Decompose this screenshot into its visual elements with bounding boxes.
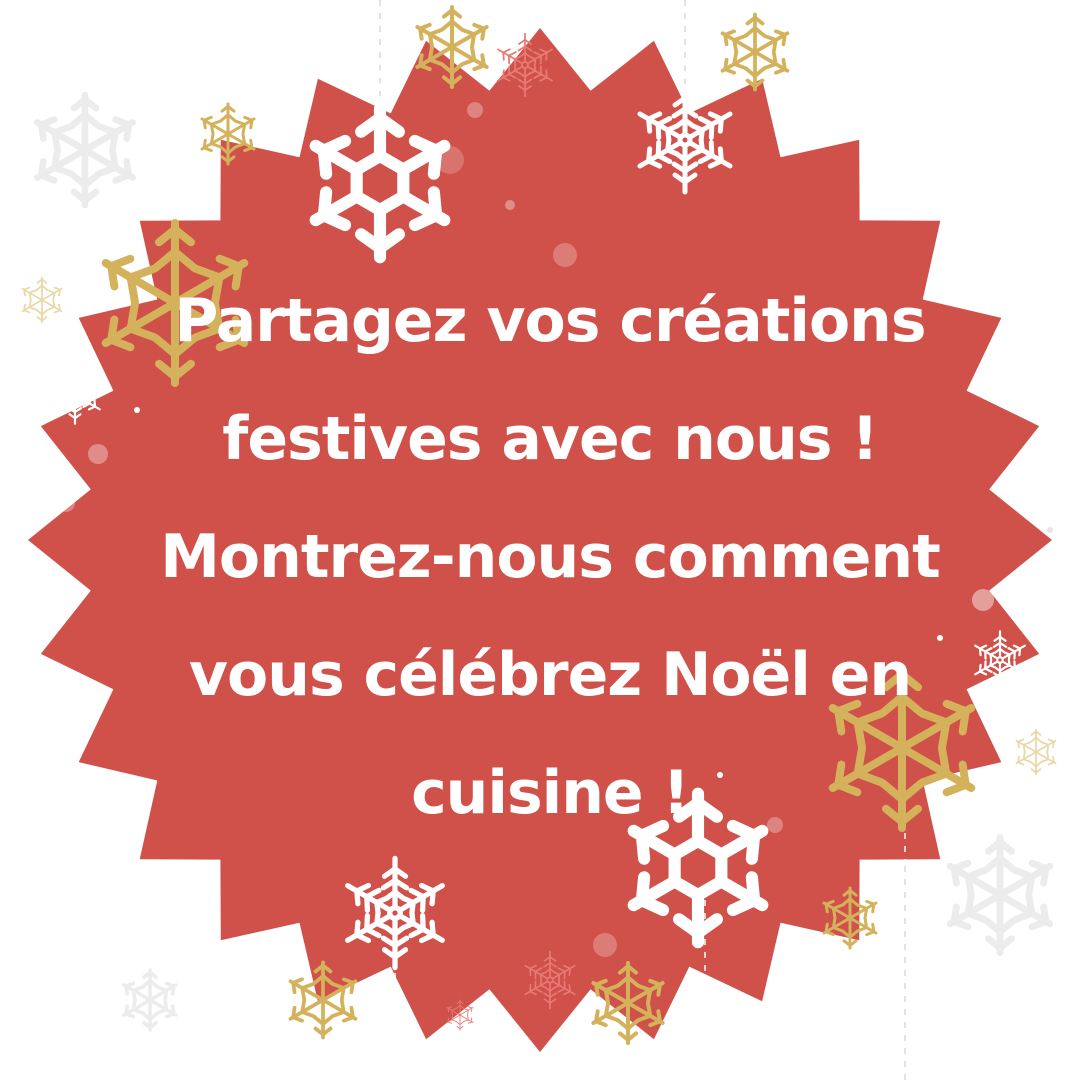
headline-line: cuisine ! xyxy=(411,758,690,828)
headline-line: festives avec nous ! xyxy=(222,404,879,474)
headline-line: Partagez vos créations xyxy=(174,286,926,356)
snowflake-icon xyxy=(943,838,1056,953)
snowflake-icon xyxy=(718,15,792,90)
headline-line: Montrez-nous comment xyxy=(160,522,941,592)
snowflake-icon xyxy=(120,970,179,1030)
snowflake-icon xyxy=(31,95,139,205)
headline-message: Partagez vos créations festives avec nou… xyxy=(130,262,970,852)
headline-line: vous célébrez Noël en xyxy=(188,640,912,710)
snowflake-icon xyxy=(1014,730,1058,775)
snowflake-icon xyxy=(20,278,64,323)
